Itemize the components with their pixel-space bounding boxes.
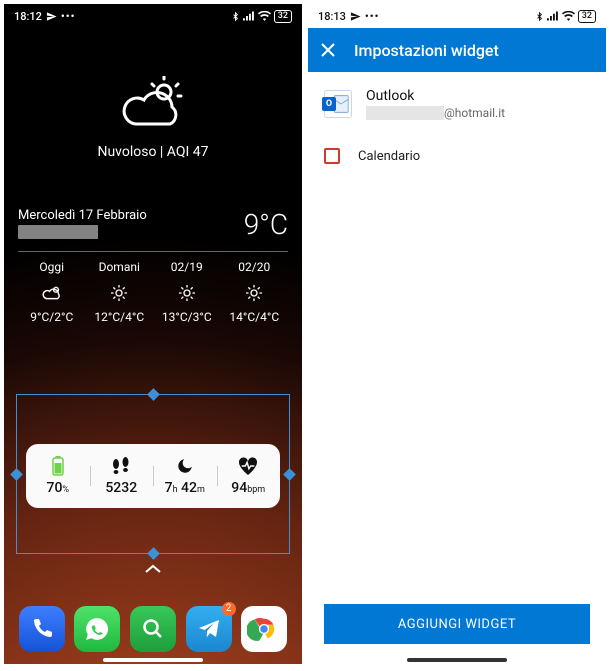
health-widget[interactable]: 70% 5232 7h 42m 94bpm: [26, 444, 280, 508]
status-time: 18:12: [14, 10, 42, 23]
sun-icon: [153, 284, 221, 302]
health-battery-value: 70%: [26, 480, 90, 496]
wifi-icon: [562, 11, 575, 21]
forecast-range: 13°C/3°C: [153, 310, 221, 324]
sun-icon: [221, 284, 289, 302]
phone-widget-settings: 18:13 ••• 32 Impostazioni widget O Outlo…: [308, 4, 606, 664]
weather-current-temp: 9°C: [244, 208, 288, 241]
forecast-row[interactable]: Oggi 9°C/2°C Domani 12°C/4°C 02/19 13°C/…: [18, 260, 288, 324]
checkbox-calendar[interactable]: [324, 148, 340, 164]
forecast-label: 02/20: [221, 260, 289, 274]
forecast-label: Oggi: [18, 260, 86, 274]
health-steps-cell: 5232: [90, 456, 154, 496]
heart-rate-icon: [217, 456, 281, 476]
account-name: Outlook: [366, 88, 505, 104]
add-widget-button[interactable]: AGGIUNGI WIDGET: [324, 604, 590, 644]
health-sleep-value: 7h 42m: [153, 480, 217, 496]
forecast-day: 02/20 14°C/4°C: [221, 260, 289, 324]
status-bar: 18:12 ••• 32: [4, 4, 302, 28]
weather-description: Nuvoloso | AQI 47: [18, 144, 288, 160]
nav-gesture-bar[interactable]: [407, 658, 507, 662]
account-row[interactable]: O Outlook @hotmail.it: [308, 72, 606, 134]
signal-icon: [243, 11, 255, 21]
telegram-status-icon: [46, 11, 57, 22]
status-time: 18:13: [318, 10, 346, 23]
weather-cloud-sun-icon: [118, 76, 188, 134]
phone-home-screen: 18:12 ••• 32: [4, 4, 302, 664]
health-battery-cell: 70%: [26, 456, 90, 496]
app-chrome[interactable]: [241, 606, 287, 652]
weather-widget[interactable]: Nuvoloso | AQI 47: [18, 76, 288, 160]
forecast-day: Oggi 9°C/2°C: [18, 260, 86, 324]
app-bar: Impostazioni widget: [308, 28, 606, 72]
masked-email-user: [366, 106, 444, 120]
wifi-icon: [258, 11, 271, 21]
battery-icon: [26, 456, 90, 476]
forecast-range: 12°C/4°C: [86, 310, 154, 324]
app-mi-search[interactable]: [130, 606, 176, 652]
appbar-title: Impostazioni widget: [354, 41, 499, 60]
dock: 2: [4, 606, 302, 652]
bluetooth-icon: [535, 11, 544, 22]
telegram-status-icon: [350, 11, 361, 22]
forecast-day: Domani 12°C/4°C: [86, 260, 154, 324]
status-more-icon: •••: [61, 10, 76, 23]
weather-date: Mercoledì 17 Febbraio: [18, 208, 147, 223]
status-bar: 18:13 ••• 32: [308, 4, 606, 28]
date-temp-row: Mercoledì 17 Febbraio 9°C: [18, 208, 288, 241]
account-email: @hotmail.it: [366, 106, 505, 120]
chevron-up-icon[interactable]: [144, 564, 162, 574]
divider: [18, 251, 288, 252]
close-icon[interactable]: [320, 42, 336, 58]
forecast-label: Domani: [86, 260, 154, 274]
telegram-badge: 2: [222, 602, 236, 616]
sun-icon: [86, 284, 154, 302]
health-steps-value: 5232: [90, 480, 154, 496]
app-telegram[interactable]: 2: [186, 606, 232, 652]
bluetooth-icon: [231, 11, 240, 22]
forecast-day: 02/19 13°C/3°C: [153, 260, 221, 324]
masked-location: [18, 225, 98, 239]
signal-icon: [547, 11, 559, 21]
app-phone[interactable]: [19, 606, 65, 652]
option-calendar-label: Calendario: [358, 149, 420, 164]
battery-icon: 32: [578, 10, 596, 23]
app-whatsapp[interactable]: [74, 606, 120, 652]
forecast-range: 14°C/4°C: [221, 310, 289, 324]
health-heart-value: 94bpm: [217, 480, 281, 496]
cloud-sun-icon: [18, 284, 86, 302]
nav-gesture-bar[interactable]: [103, 658, 203, 662]
battery-icon: 32: [274, 10, 292, 23]
health-sleep-cell: 7h 42m: [153, 456, 217, 496]
forecast-range: 9°C/2°C: [18, 310, 86, 324]
status-more-icon: •••: [365, 10, 380, 23]
footsteps-icon: [90, 456, 154, 476]
health-heart-cell: 94bpm: [217, 456, 281, 496]
email-suffix: @hotmail.it: [444, 106, 505, 120]
outlook-icon: O: [324, 90, 352, 118]
add-widget-label: AGGIUNGI WIDGET: [398, 617, 516, 632]
forecast-label: 02/19: [153, 260, 221, 274]
option-calendar-row[interactable]: Calendario: [308, 134, 606, 178]
moon-icon: [153, 456, 217, 476]
